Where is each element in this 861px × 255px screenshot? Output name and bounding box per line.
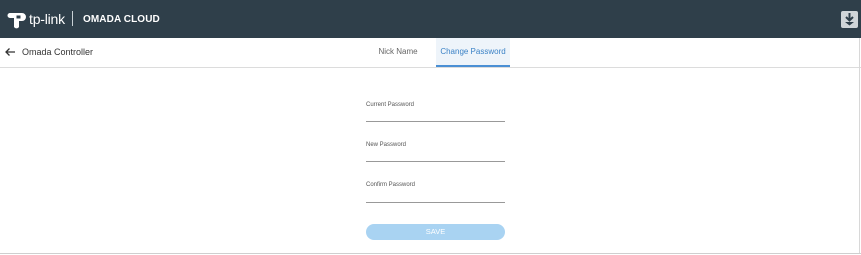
download-icon (845, 13, 854, 26)
new-password-field[interactable] (366, 151, 505, 162)
brand-divider (72, 11, 73, 26)
product-name: OMADA CLOUD (83, 14, 160, 25)
new-password-label: New Password (366, 142, 407, 148)
page-title: Omada Controller (22, 47, 94, 57)
confirm-password-label: Confirm Password (366, 182, 416, 188)
content-border (859, 38, 860, 254)
tab-change-password[interactable]: Change Password (436, 38, 510, 67)
tp-link-logo-icon (7, 13, 26, 29)
top-navigation-bar: tp-link OMADA CLOUD (0, 0, 861, 38)
current-password-field[interactable] (366, 111, 505, 122)
brand-name: tp-link (29, 11, 65, 27)
page-bottom-border (0, 253, 861, 254)
download-button[interactable] (841, 11, 858, 28)
confirm-password-field[interactable] (366, 192, 505, 203)
tab-nick-name[interactable]: Nick Name (366, 38, 430, 67)
page-subheader: Omada Controller Nick Name Change Passwo… (0, 38, 861, 68)
arrow-left-icon[interactable] (4, 46, 16, 58)
current-password-label: Current Password (366, 102, 415, 108)
save-button[interactable]: SAVE (366, 224, 505, 240)
